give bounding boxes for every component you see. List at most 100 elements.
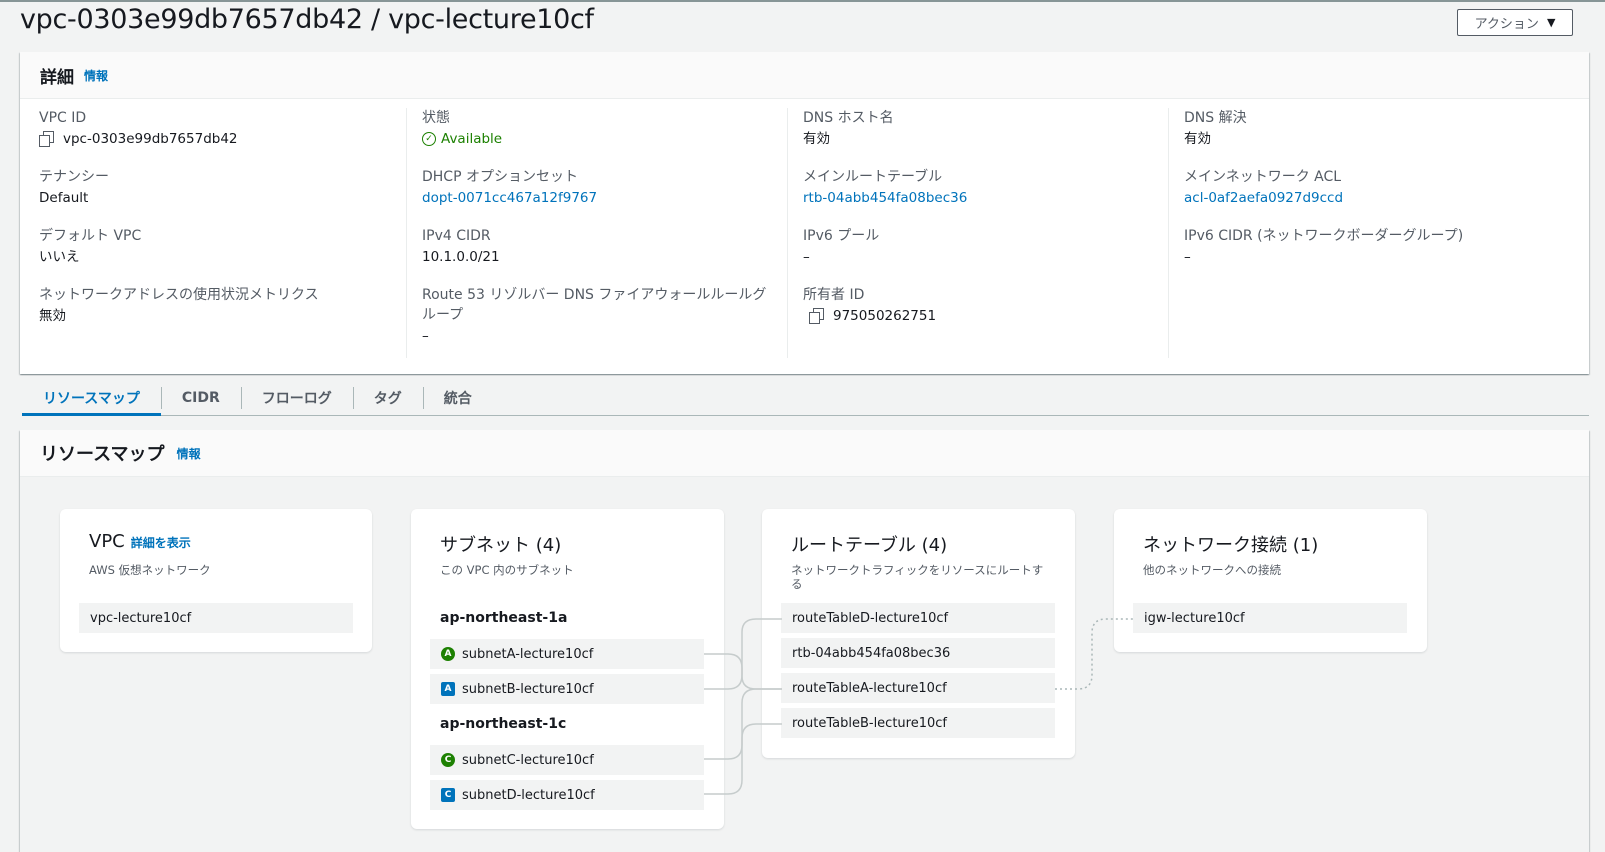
dns-resolution-label: DNS 解決: [1184, 110, 1247, 126]
dns-hostnames-label: DNS ホスト名: [803, 110, 894, 126]
vpc-id-value: vpc-0303e99db7657db42: [39, 128, 404, 150]
tenancy-value: Default: [39, 190, 89, 206]
copy-icon[interactable]: [39, 131, 54, 147]
az-heading-1a: ap-northeast-1a: [440, 610, 568, 626]
check-circle-icon: ✓: [422, 132, 436, 146]
default-vpc-label: デフォルト VPC: [39, 228, 142, 244]
details-columns: VPC ID vpc-0303e99db7657db42 テナンシー Defau…: [20, 108, 1589, 368]
ipv6-pool-value: –: [803, 249, 810, 265]
subnet-item[interactable]: CsubnetC-lecture10cf: [430, 745, 704, 775]
route-table-item[interactable]: routeTableD-lecture10cf: [781, 603, 1055, 633]
tab-tags[interactable]: タグ: [352, 381, 423, 415]
az-heading-1c: ap-northeast-1c: [440, 716, 567, 732]
tab-integrations[interactable]: 統合: [422, 381, 493, 415]
tab-cidr[interactable]: CIDR: [160, 381, 241, 415]
network-connections-card-subtitle: 他のネットワークへの接続: [1143, 563, 1281, 577]
internet-gateway-item[interactable]: igw-lecture10cf: [1133, 603, 1407, 633]
route53-value: –: [422, 328, 429, 344]
view-details-link[interactable]: 詳細を表示: [131, 536, 191, 550]
network-connections-card: ネットワーク接続 (1) 他のネットワークへの接続 igw-lecture10c…: [1114, 509, 1427, 652]
subnet-private-icon: A: [441, 682, 455, 696]
actions-dropdown-button[interactable]: アクション ▼: [1457, 9, 1573, 36]
details-column-1: VPC ID vpc-0303e99db7657db42 テナンシー Defau…: [39, 108, 404, 358]
subnet-private-icon: C: [441, 788, 455, 802]
subnet-public-icon: C: [441, 753, 455, 767]
vpc-id-label: VPC ID: [39, 110, 87, 126]
field-main-acl: メインネットワーク ACL acl-0af2aefa0927d9ccd: [1184, 167, 1568, 226]
vpc-card-subtitle: AWS 仮想ネットワーク: [89, 563, 211, 577]
field-dns-hostnames: DNS ホスト名 有効: [803, 108, 1167, 167]
tab-resource-map[interactable]: リソースマップ: [22, 381, 161, 416]
field-state: 状態 ✓ Available: [422, 108, 786, 167]
route-tables-card: ルートテーブル (4) ネットワークトラフィックをリソースにルートする rout…: [762, 509, 1075, 758]
state-value: ✓ Available: [422, 128, 786, 150]
main-route-table-link[interactable]: rtb-04abb454fa08bec36: [803, 187, 1167, 209]
owner-id-label: 所有者 ID: [803, 287, 865, 303]
field-dns-resolution: DNS 解決 有効: [1184, 108, 1568, 167]
subnet-name: subnetC-lecture10cf: [462, 752, 594, 768]
vpc-card-title: VPC 詳細を表示: [89, 531, 191, 552]
subnets-card: サブネット (4) この VPC 内のサブネット ap-northeast-1a…: [411, 509, 724, 829]
default-vpc-value: いいえ: [39, 249, 80, 265]
field-tenancy: テナンシー Default: [39, 167, 404, 226]
actions-label: アクション: [1474, 17, 1539, 32]
field-ipv4-cidr: IPv4 CIDR 10.1.0.0/21: [422, 226, 786, 285]
ipv6-cidr-value: –: [1184, 249, 1191, 265]
details-column-2: 状態 ✓ Available DHCP オプションセット dopt-0071cc4…: [406, 108, 786, 358]
details-header: 詳細 情報: [20, 52, 1589, 99]
owner-id-text: 975050262751: [833, 308, 937, 324]
resource-map-heading: リソースマップ: [40, 444, 165, 465]
dhcp-label: DHCP オプションセット: [422, 169, 578, 185]
field-ipv6-cidr: IPv6 CIDR (ネットワークボーダーグループ) –: [1184, 226, 1568, 285]
resource-map-panel: リソースマップ 情報 VPC 詳細を表示 AWS 仮想ネットワーク vpc-lec…: [20, 430, 1589, 852]
subnet-name: subnetA-lecture10cf: [462, 646, 594, 662]
details-column-3: DNS ホスト名 有効 メインルートテーブル rtb-04abb454fa08b…: [787, 108, 1167, 358]
details-panel: 詳細 情報 VPC ID vpc-0303e99db7657db42 テナンシー…: [20, 52, 1589, 374]
vpc-item[interactable]: vpc-lecture10cf: [79, 603, 353, 633]
details-info-link[interactable]: 情報: [84, 67, 108, 84]
subnet-item[interactable]: CsubnetD-lecture10cf: [430, 780, 704, 810]
subnet-item[interactable]: AsubnetA-lecture10cf: [430, 639, 704, 669]
field-default-vpc: デフォルト VPC いいえ: [39, 226, 404, 285]
route-table-item[interactable]: routeTableB-lecture10cf: [781, 708, 1055, 738]
route-tables-card-subtitle: ネットワークトラフィックをリソースにルートする: [791, 563, 1044, 591]
top-border: [0, 0, 1605, 2]
subnets-card-title: サブネット (4): [440, 535, 562, 556]
ipv6-cidr-label: IPv6 CIDR (ネットワークボーダーグループ): [1184, 228, 1464, 244]
subnet-name: subnetB-lecture10cf: [462, 681, 594, 697]
route-tables-card-title: ルートテーブル (4): [791, 535, 948, 556]
resource-map-info-link[interactable]: 情報: [177, 445, 201, 462]
resource-map-header: リソースマップ 情報: [20, 430, 1589, 477]
vpc-id-text: vpc-0303e99db7657db42: [63, 131, 238, 147]
ipv6-pool-label: IPv6 プール: [803, 228, 880, 244]
field-vpc-id: VPC ID vpc-0303e99db7657db42: [39, 108, 404, 167]
details-heading: 詳細: [40, 67, 74, 88]
dhcp-link[interactable]: dopt-0071cc467a12f9767: [422, 187, 786, 209]
tenancy-label: テナンシー: [39, 169, 109, 185]
address-metrics-label: ネットワークアドレスの使用状況メトリクス: [39, 287, 319, 303]
subnet-name: subnetD-lecture10cf: [462, 787, 595, 803]
state-label: 状態: [422, 110, 450, 126]
main-acl-label: メインネットワーク ACL: [1184, 169, 1342, 185]
dns-hostnames-value: 有効: [803, 131, 830, 147]
field-dhcp: DHCP オプションセット dopt-0071cc467a12f9767: [422, 167, 786, 226]
field-route53: Route 53 リゾルバー DNS ファイアウォールルールグループ –: [422, 285, 786, 347]
main-acl-link[interactable]: acl-0af2aefa0927d9ccd: [1184, 187, 1568, 209]
caret-down-icon: ▼: [1546, 16, 1556, 29]
tab-bar: リソースマップ CIDR フローログ タグ 統合: [22, 381, 1589, 416]
route-table-item[interactable]: rtb-04abb454fa08bec36: [781, 638, 1055, 668]
main-route-table-label: メインルートテーブル: [803, 169, 943, 185]
subnets-card-subtitle: この VPC 内のサブネット: [440, 563, 574, 577]
network-connections-card-title: ネットワーク接続 (1): [1143, 535, 1319, 556]
route-table-item[interactable]: routeTableA-lecture10cf: [781, 673, 1055, 703]
ipv4-cidr-label: IPv4 CIDR: [422, 228, 491, 244]
route53-label: Route 53 リゾルバー DNS ファイアウォールルールグループ: [422, 287, 767, 323]
dns-resolution-value: 有効: [1184, 131, 1211, 147]
owner-id-value: 975050262751: [803, 305, 1167, 327]
copy-icon[interactable]: [809, 308, 824, 324]
details-column-4: DNS 解決 有効 メインネットワーク ACL acl-0af2aefa0927…: [1168, 108, 1568, 358]
tab-flow-logs[interactable]: フローログ: [240, 381, 353, 415]
subnet-item[interactable]: AsubnetB-lecture10cf: [430, 674, 704, 704]
ipv4-cidr-value: 10.1.0.0/21: [422, 249, 500, 265]
state-text: Available: [441, 131, 503, 147]
